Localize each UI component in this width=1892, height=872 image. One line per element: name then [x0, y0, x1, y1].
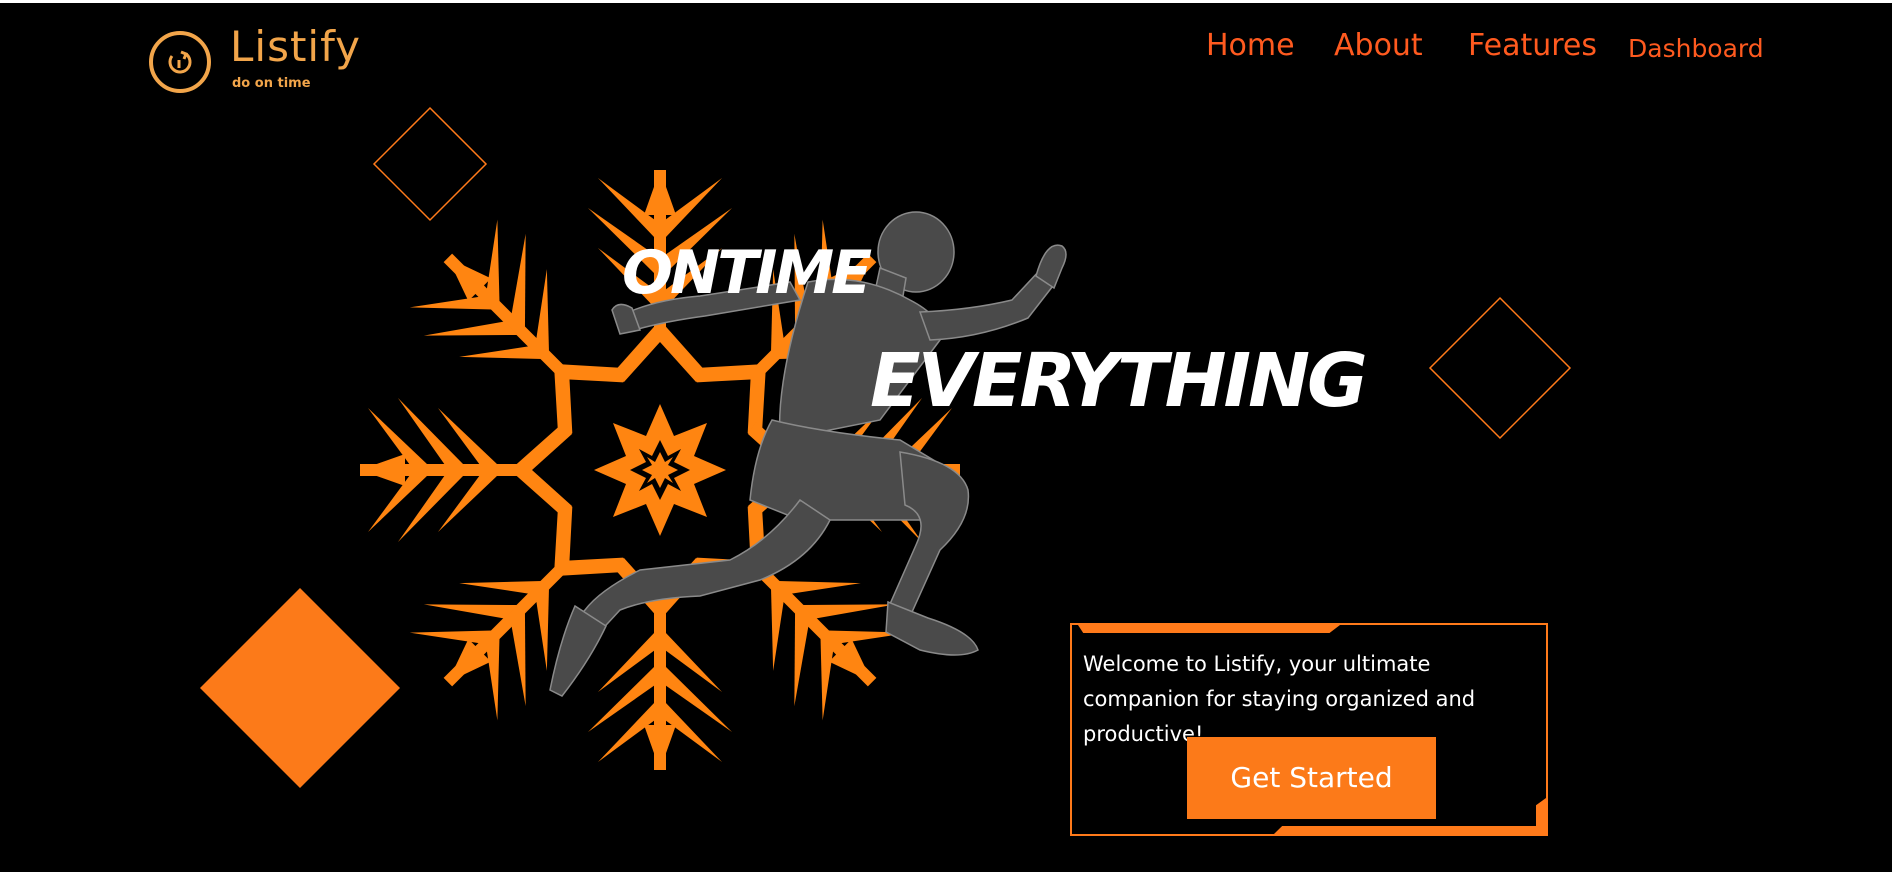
card-accent-top	[1078, 625, 1340, 633]
snowflake-runner-illustration	[360, 170, 1067, 770]
headline-everything: EVERYTHING	[870, 338, 1368, 424]
card-accent-right	[1536, 798, 1546, 834]
get-started-button[interactable]: Get Started	[1187, 737, 1436, 819]
card-accent-bottom	[1274, 826, 1546, 834]
welcome-card: Welcome to Listify, your ultimate compan…	[1070, 623, 1548, 836]
headline-ontime: ONTIME	[622, 238, 872, 308]
